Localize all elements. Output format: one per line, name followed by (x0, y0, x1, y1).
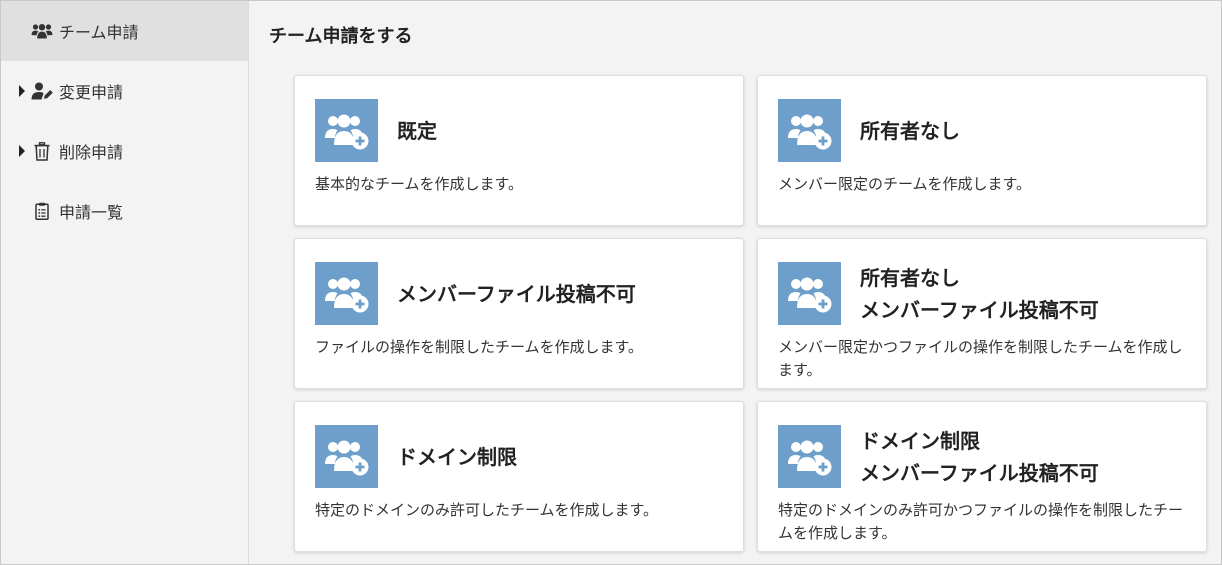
team-icon (31, 21, 53, 41)
card-description: メンバー限定のチームを作成します。 (778, 175, 1032, 193)
card-title: ドメイン制限 (397, 425, 517, 488)
team-add-icon (315, 425, 378, 488)
sidebar-item-label: 申請一覧 (59, 203, 124, 222)
card-description: 基本的なチームを作成します。 (315, 175, 524, 193)
sidebar-item-delete-request[interactable]: 削除申請 (1, 121, 248, 181)
app-window: チーム申請 変更申請 削除申請 申請一覧 チーム申請をする 既定 基本的なチーム… (0, 0, 1222, 565)
sidebar-item-label: 削除申請 (59, 143, 124, 162)
card-title: メンバーファイル投稿不可 (397, 262, 636, 325)
team-add-icon (315, 262, 378, 325)
card-title-line: 所有者なし (860, 265, 960, 290)
team-type-card-domain-file-restricted[interactable]: ドメイン制限 メンバーファイル投稿不可 特定のドメインのみ許可かつファイルの操作… (757, 401, 1207, 552)
card-title-line: メンバーファイル投稿不可 (860, 297, 1099, 322)
sidebar-item-team-request[interactable]: チーム申請 (1, 1, 248, 61)
card-title: 既定 (397, 99, 437, 162)
trash-icon (31, 141, 53, 161)
sidebar-item-label: チーム申請 (59, 23, 139, 42)
team-add-icon (778, 425, 841, 488)
main-content: チーム申請をする 既定 基本的なチームを作成します。 所有者なし メンバー限定の… (249, 1, 1221, 564)
card-title-line: メンバーファイル投稿不可 (397, 281, 636, 306)
sidebar-item-request-list[interactable]: 申請一覧 (1, 181, 248, 241)
team-type-card-no-owner-file-restricted[interactable]: 所有者なし メンバーファイル投稿不可 メンバー限定かつファイルの操作を制限したチ… (757, 238, 1207, 389)
card-title-line: 既定 (397, 118, 437, 143)
card-description: 特定のドメインのみ許可したチームを作成します。 (315, 501, 659, 519)
team-type-card-no-owner[interactable]: 所有者なし メンバー限定のチームを作成します。 (757, 75, 1207, 226)
card-title-line: メンバーファイル投稿不可 (860, 460, 1099, 485)
card-description: ファイルの操作を制限したチームを作成します。 (315, 338, 644, 356)
clipboard-list-icon (31, 201, 53, 221)
card-title: 所有者なし メンバーファイル投稿不可 (860, 262, 1099, 325)
team-type-card-default[interactable]: 既定 基本的なチームを作成します。 (294, 75, 744, 226)
team-add-icon (315, 99, 378, 162)
team-add-icon (778, 99, 841, 162)
team-type-card-member-file-restricted[interactable]: メンバーファイル投稿不可 ファイルの操作を制限したチームを作成します。 (294, 238, 744, 389)
card-description: 特定のドメインのみ許可かつファイルの操作を制限したチームを作成します。 (778, 501, 1184, 542)
team-type-grid: 既定 基本的なチームを作成します。 所有者なし メンバー限定のチームを作成します… (294, 75, 1207, 552)
card-title: 所有者なし (860, 99, 960, 162)
team-type-card-domain-restricted[interactable]: ドメイン制限 特定のドメインのみ許可したチームを作成します。 (294, 401, 744, 552)
card-title-line: ドメイン制限 (397, 444, 517, 469)
team-add-icon (778, 262, 841, 325)
sidebar-item-change-request[interactable]: 変更申請 (1, 61, 248, 121)
sidebar: チーム申請 変更申請 削除申請 申請一覧 (1, 1, 249, 564)
caret-right-icon[interactable] (19, 85, 25, 97)
card-title-line: 所有者なし (860, 118, 960, 143)
card-description: メンバー限定かつファイルの操作を制限したチームを作成します。 (778, 338, 1183, 379)
user-edit-icon (31, 81, 53, 101)
caret-right-icon[interactable] (19, 145, 25, 157)
sidebar-item-label: 変更申請 (59, 83, 124, 102)
page-title: チーム申請をする (269, 26, 413, 47)
card-title-line: ドメイン制限 (860, 428, 980, 453)
card-title: ドメイン制限 メンバーファイル投稿不可 (860, 425, 1099, 488)
